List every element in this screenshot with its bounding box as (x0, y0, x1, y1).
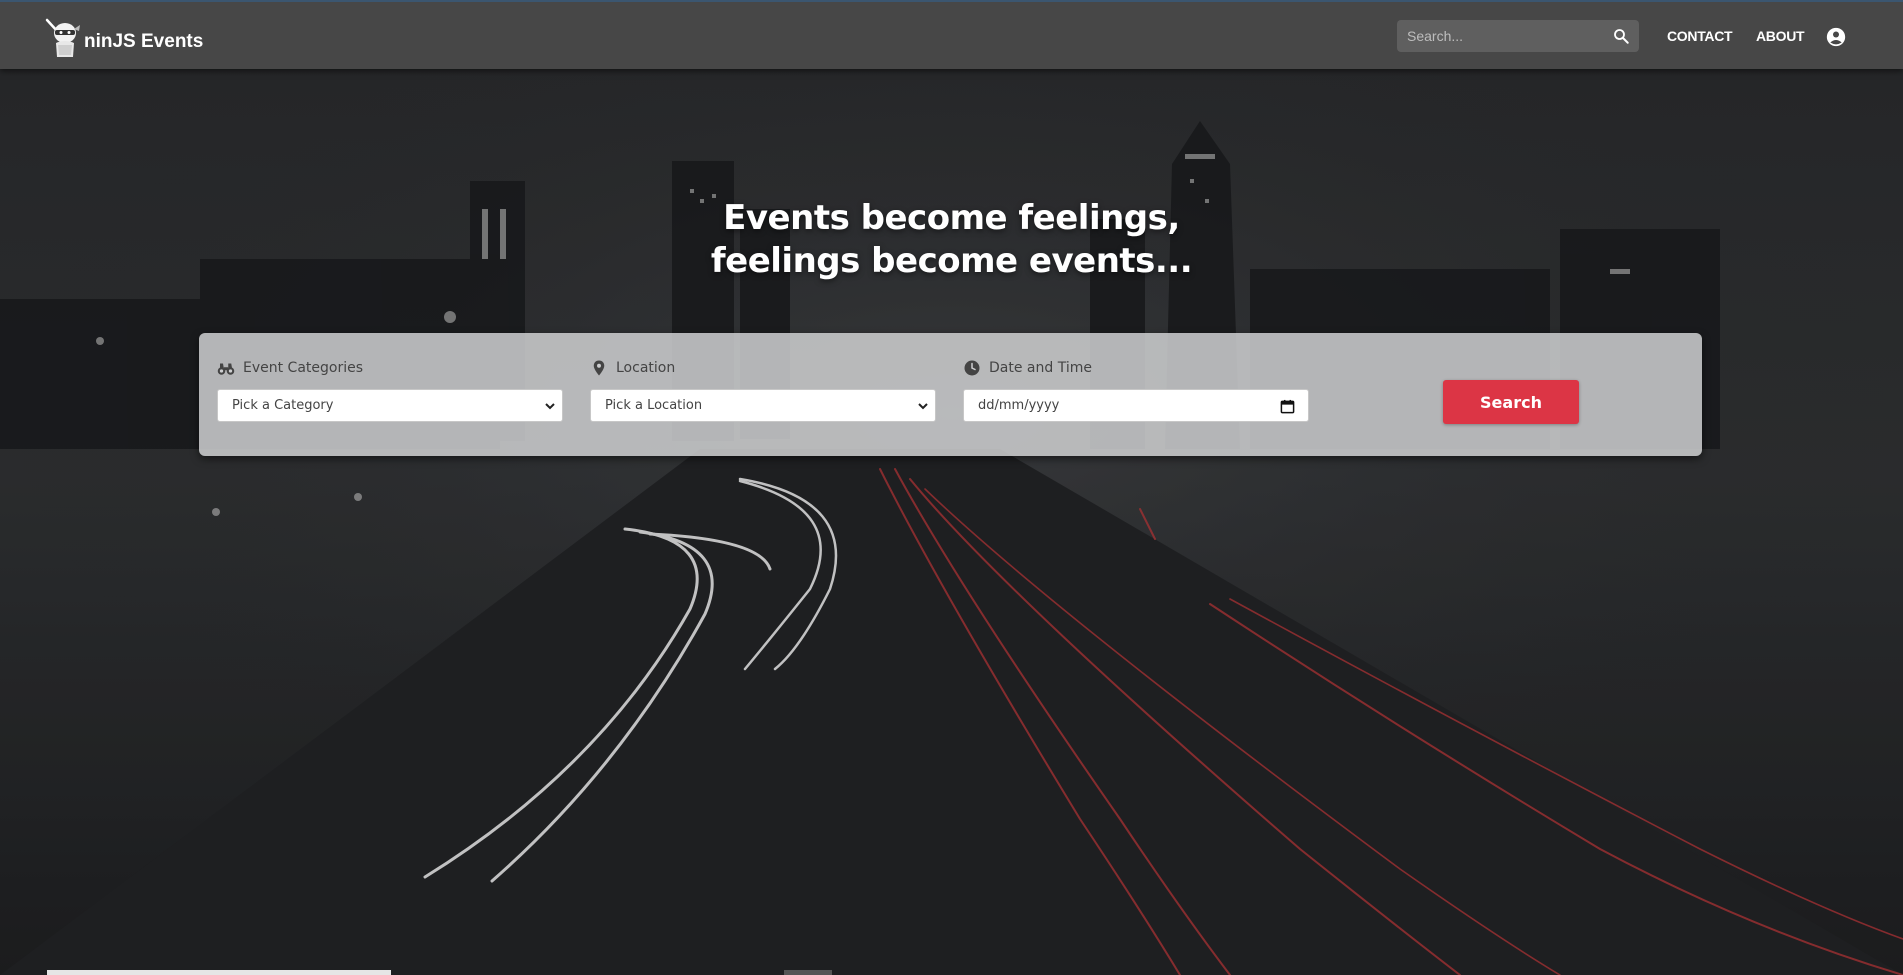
category-select-value: Pick a Category (232, 398, 334, 413)
chevron-down-icon (918, 403, 928, 410)
location-select-value: Pick a Location (605, 398, 703, 413)
chevron-down-icon (545, 403, 555, 410)
datetime-field: Date and Time dd/mm/yyyy (963, 357, 1309, 422)
hero-headline-line-2: feelings become events... (710, 241, 1193, 281)
binoculars-icon (217, 363, 235, 375)
navbar-search-input[interactable] (1397, 20, 1602, 52)
datetime-label: Date and Time (963, 357, 1309, 379)
top-navbar: ninJS Events CONTACT ABOUT (0, 0, 1903, 69)
nav-about-link[interactable]: ABOUT (1756, 28, 1805, 44)
category-label: Event Categories (217, 357, 563, 379)
clock-icon (964, 360, 980, 376)
navbar-search (1397, 20, 1639, 52)
hero-headline: Events become feelings, feelings become … (0, 197, 1903, 283)
category-label-text: Event Categories (243, 360, 364, 376)
location-field: Location Pick a Location (590, 357, 936, 422)
map-pin-icon (593, 360, 605, 376)
category-field: Event Categories Pick a Category (217, 357, 563, 422)
horizontal-scroll-indicator (47, 970, 391, 975)
location-label-text: Location (616, 360, 676, 376)
account-circle-icon[interactable] (1826, 27, 1846, 47)
ninja-logo-icon (45, 18, 80, 57)
location-label: Location (590, 357, 936, 379)
brand-link[interactable]: ninJS Events (44, 16, 203, 60)
date-input-placeholder: dd/mm/yyyy (978, 398, 1060, 413)
search-icon[interactable] (1612, 27, 1630, 45)
event-search-panel: Event Categories Pick a Category Locatio… (199, 333, 1702, 456)
scroll-thumb[interactable] (784, 970, 832, 975)
hero-headline-line-1: Events become feelings, (723, 198, 1180, 238)
event-search-button[interactable]: Search (1443, 380, 1579, 424)
nav-contact-link[interactable]: CONTACT (1667, 28, 1733, 44)
brand-name: ninJS Events (84, 31, 204, 52)
hero-section: Events become feelings, feelings become … (0, 69, 1903, 975)
datetime-label-text: Date and Time (989, 360, 1092, 376)
date-input[interactable]: dd/mm/yyyy (963, 389, 1309, 422)
calendar-icon[interactable] (1280, 399, 1295, 414)
location-select[interactable]: Pick a Location (590, 389, 936, 422)
category-select[interactable]: Pick a Category (217, 389, 563, 422)
